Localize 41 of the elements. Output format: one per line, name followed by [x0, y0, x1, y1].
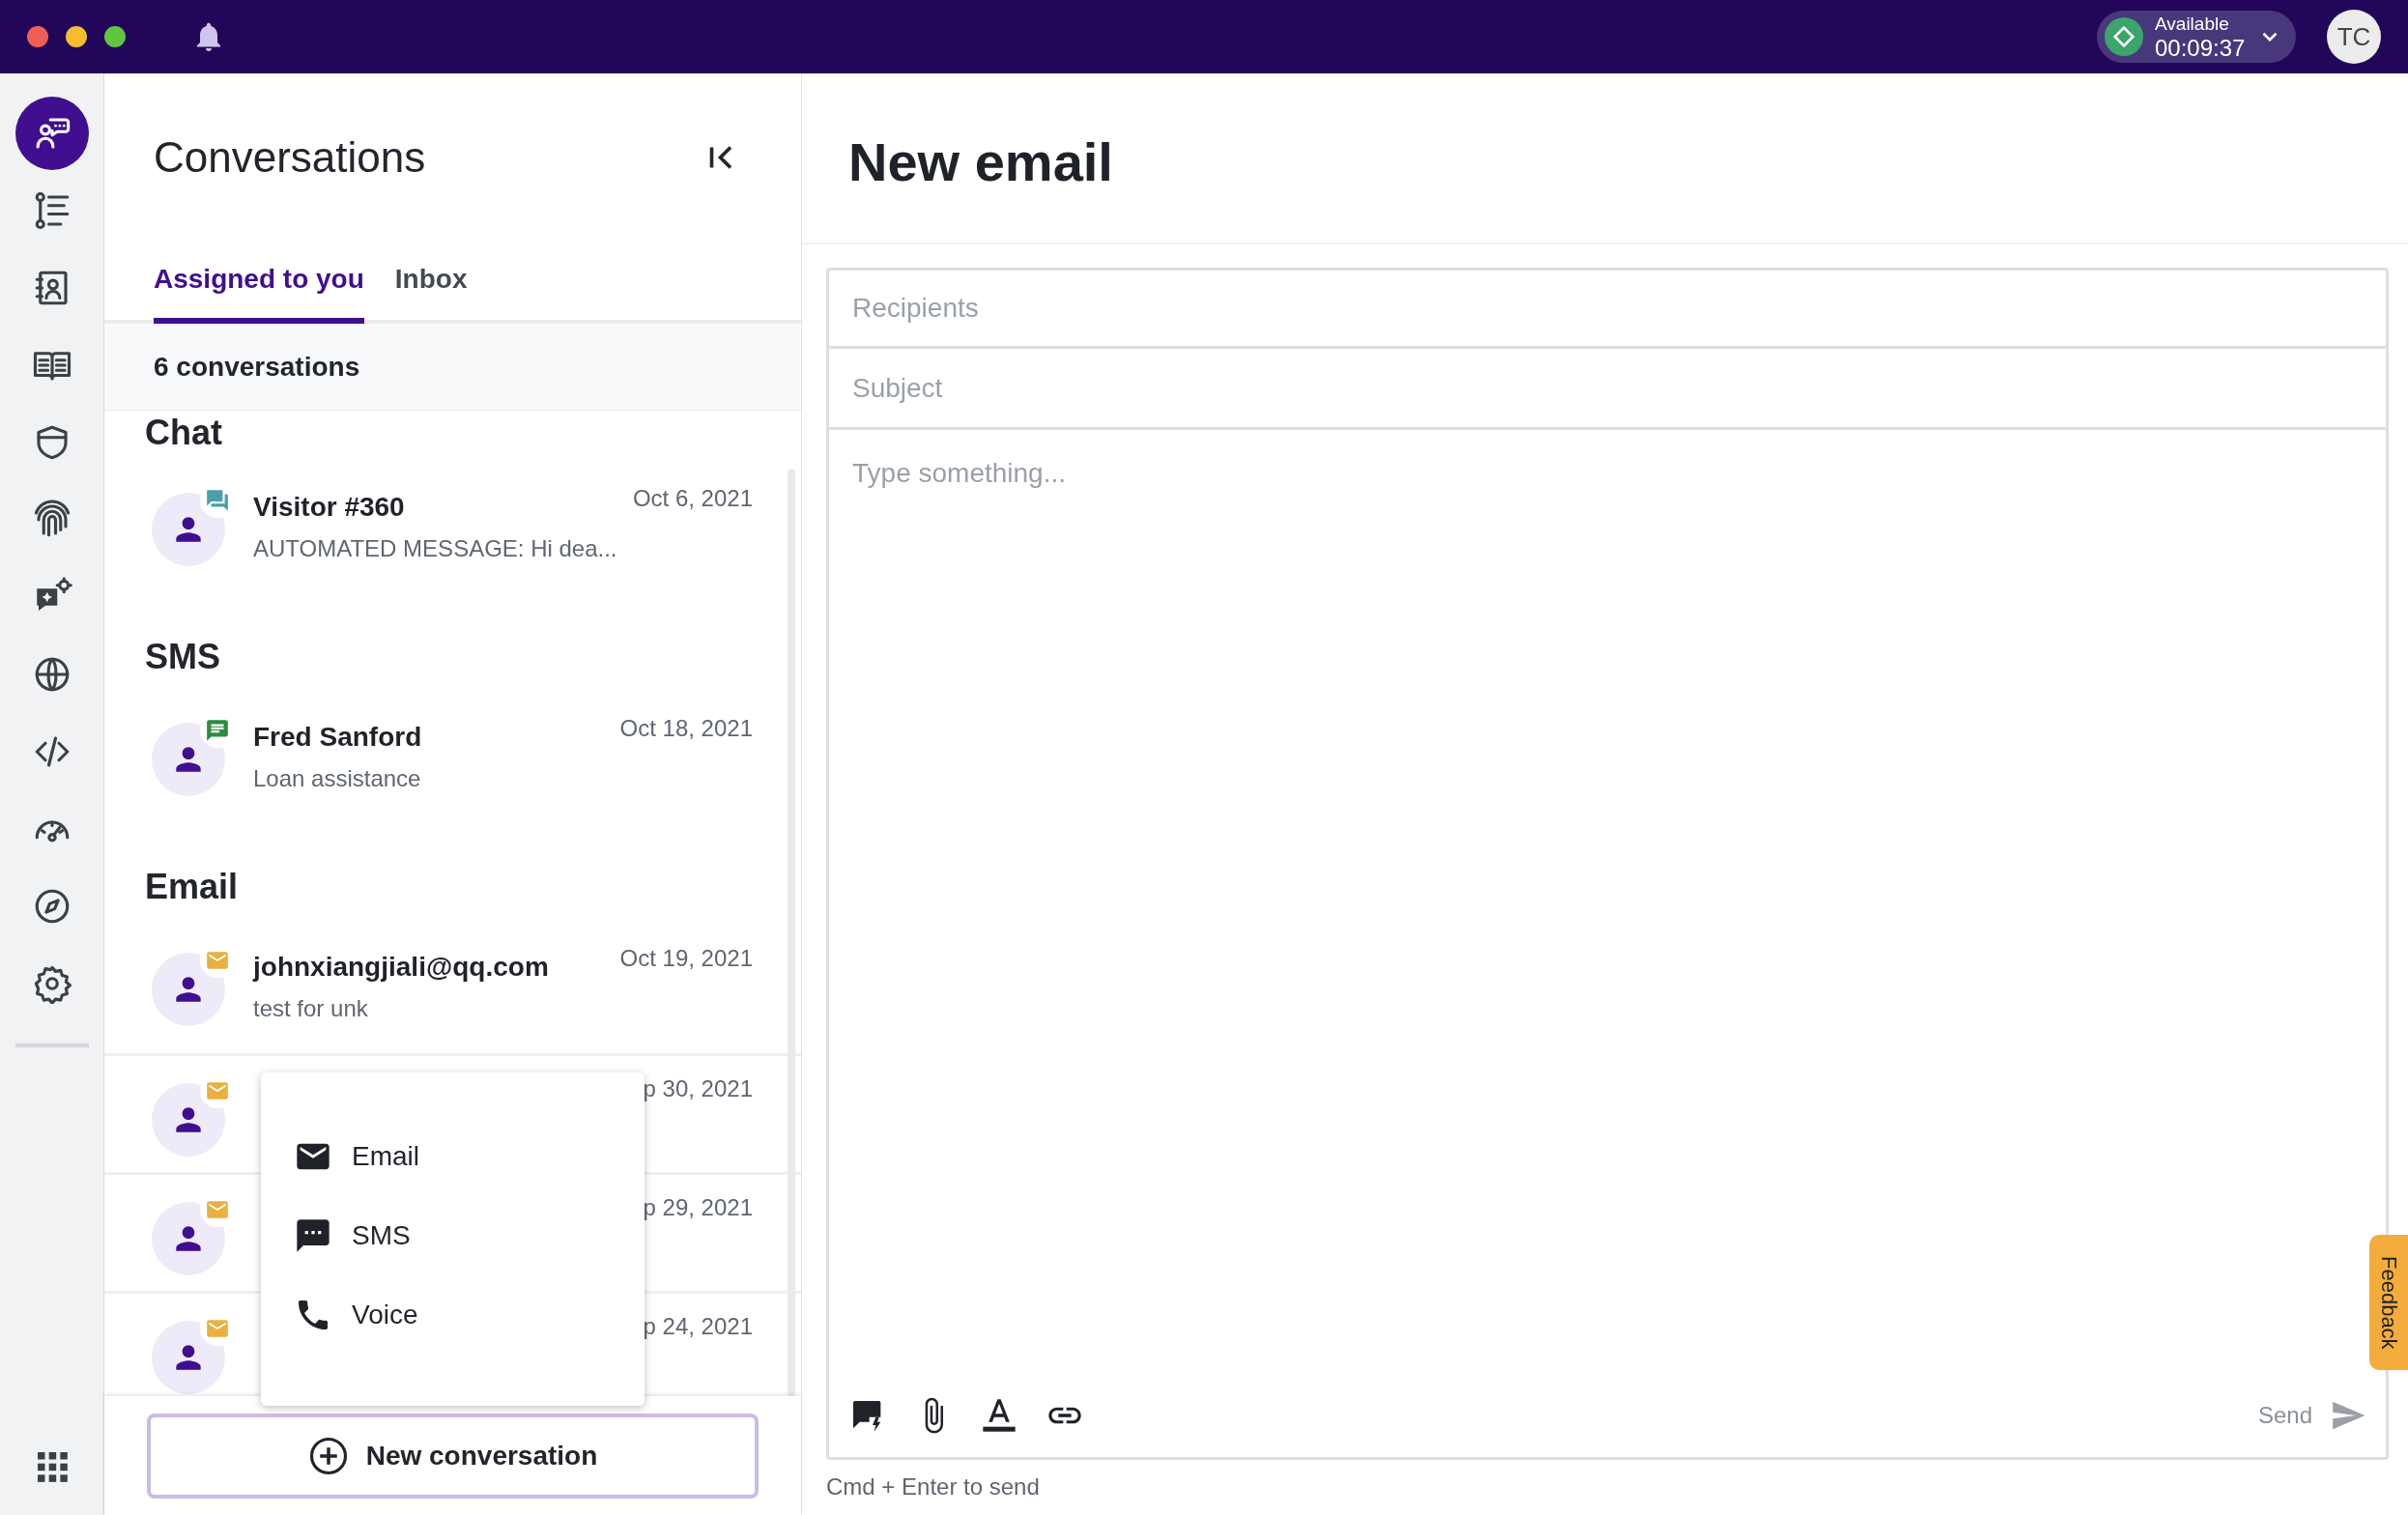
minimize-window-button[interactable]: [66, 26, 87, 47]
feedback-tab[interactable]: Feedback: [2369, 1235, 2408, 1370]
maximize-window-button[interactable]: [104, 26, 126, 47]
status-timer: 00:09:37: [2155, 36, 2246, 60]
menu-item[interactable]: SMS: [261, 1196, 645, 1275]
message-preview: Loan assistance: [253, 764, 422, 793]
status-indicator-icon: [2105, 17, 2143, 56]
message-preview: AUTOMATED MESSAGE: Hi dea...: [253, 534, 618, 563]
message-icon: [205, 718, 230, 743]
conversation-date: Oct 18, 2021: [619, 714, 753, 743]
status-label: Available: [2155, 14, 2229, 33]
panel-title: Conversations: [154, 132, 426, 183]
conversation-date: p 30, 2021: [643, 1074, 753, 1103]
menu-item[interactable]: Email: [261, 1117, 645, 1196]
section-heading: Chat: [144, 412, 223, 454]
subject-field[interactable]: Subject: [826, 349, 2389, 430]
recipients-field[interactable]: Recipients: [826, 268, 2389, 349]
chat-bubbles-icon: [205, 488, 230, 513]
section-heading: Email: [144, 866, 240, 904]
close-window-button[interactable]: [27, 26, 48, 47]
user-avatar[interactable]: TC: [2327, 10, 2381, 64]
contact-name: johnxiangjiali@qq.com: [253, 951, 550, 984]
conversation-date: p 24, 2021: [643, 1312, 753, 1341]
conversation-row[interactable]: Visitor #360 AUTOMATED MESSAGE: Hi dea... Oct 6, 2021: [104, 454, 801, 593]
conversation-date: p 29, 2021: [643, 1193, 753, 1222]
scrollbar[interactable]: [788, 469, 795, 1396]
section-heading: SMS: [144, 636, 221, 674]
add-circle-icon: [307, 1435, 349, 1476]
contact-name: Visitor #360: [253, 491, 406, 524]
page-title: New email: [848, 129, 1113, 194]
conversation-date: Oct 6, 2021: [632, 484, 753, 513]
conversation-date: Oct 19, 2021: [619, 944, 753, 973]
conversation-count: 6 conversations: [154, 350, 360, 384]
conversation-row[interactable]: Fred Sanford Loan assistance Oct 18, 2021: [104, 674, 801, 823]
new-conversation-button[interactable]: New conversation: [147, 1413, 759, 1499]
send-shortcut-hint: Cmd + Enter to send: [826, 1472, 1041, 1501]
availability-status-button[interactable]: Available 00:09:37: [2097, 11, 2296, 63]
message-preview: test for unk: [253, 994, 369, 1023]
contact-name: Fred Sanford: [253, 721, 423, 754]
panel-tab[interactable]: Inbox: [394, 230, 468, 324]
menu-item[interactable]: Voice: [261, 1275, 645, 1355]
